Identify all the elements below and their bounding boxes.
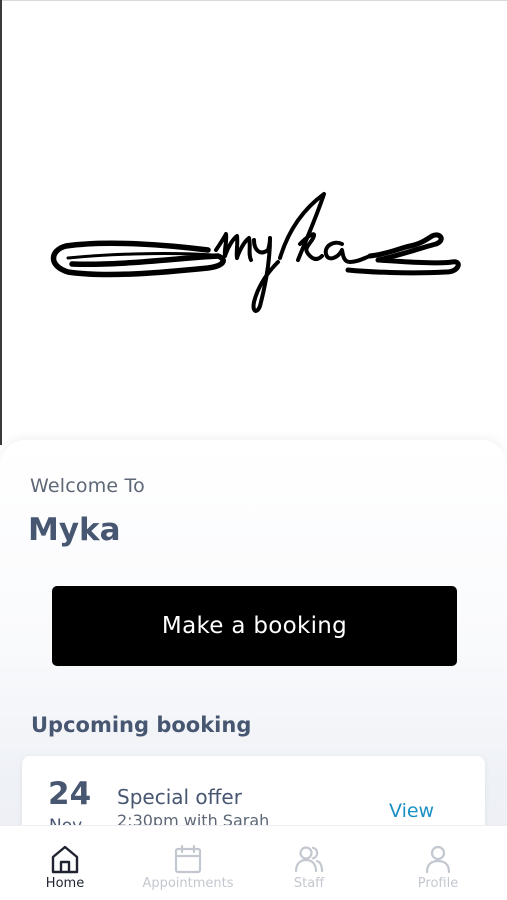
tab-profile[interactable]: Profile bbox=[378, 826, 498, 900]
view-booking-link[interactable]: View bbox=[389, 800, 434, 822]
tab-profile-label: Profile bbox=[417, 876, 459, 891]
home-screen: Welcome To Myka Make a booking Upcoming … bbox=[0, 0, 507, 900]
make-booking-button[interactable]: Make a booking bbox=[52, 586, 457, 666]
upcoming-booking-heading: Upcoming booking bbox=[31, 713, 252, 737]
left-edge-line bbox=[0, 0, 2, 445]
tab-home[interactable]: Home bbox=[5, 826, 125, 900]
tab-appointments-label: Appointments bbox=[142, 876, 234, 891]
booking-title: Special offer bbox=[117, 785, 242, 809]
person-icon bbox=[425, 845, 451, 874]
tab-home-label: Home bbox=[45, 876, 85, 891]
welcome-subtitle: Welcome To bbox=[30, 475, 145, 497]
users-icon bbox=[294, 846, 324, 873]
top-divider bbox=[0, 0, 507, 1]
tab-staff-label: Staff bbox=[293, 876, 325, 891]
booking-day: 24 bbox=[48, 776, 92, 812]
home-icon bbox=[51, 845, 79, 874]
myka-logo bbox=[50, 192, 461, 313]
bottom-tab-bar: Home Appointments Staff Profile bbox=[0, 825, 507, 900]
page-title: Myka bbox=[28, 512, 121, 548]
tab-appointments[interactable]: Appointments bbox=[128, 826, 248, 900]
tab-staff[interactable]: Staff bbox=[249, 826, 369, 900]
calendar-icon bbox=[174, 844, 202, 874]
